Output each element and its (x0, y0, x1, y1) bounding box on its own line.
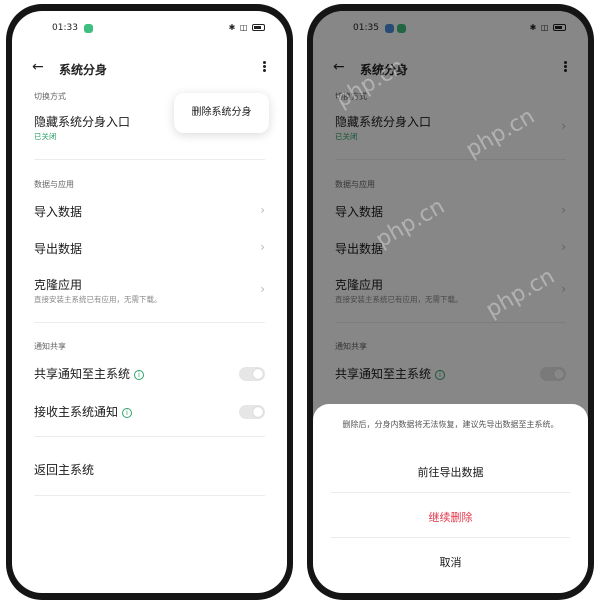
notification-icon (84, 24, 93, 33)
row-title: 导出数据 (34, 242, 83, 256)
divider (34, 495, 265, 496)
section-label-switch-mode: 切换方式 (34, 92, 66, 101)
row-status: 已关闭 (34, 132, 57, 141)
row-import-data[interactable]: 导入数据 › (12, 203, 287, 225)
row-title: 共享通知至主系统 i (34, 365, 145, 382)
toggle-knob (253, 369, 263, 379)
row-share-notify: 共享通知至主系统 i (12, 365, 287, 385)
toggle-knob (253, 407, 263, 417)
chevron-right-icon: › (260, 240, 265, 254)
status-time: 01:33 (52, 23, 78, 33)
row-receive-notify: 接收主系统通知 i (12, 403, 287, 423)
row-title: 导入数据 (34, 205, 83, 219)
row-title-text: 共享通知至主系统 (34, 367, 131, 381)
sheet-message: 删除后，分身内数据将无法恢复，建议先导出数据至主系统。 (342, 420, 559, 429)
divider (331, 537, 570, 538)
section-label-notify-share: 通知共享 (34, 342, 66, 351)
delete-clone-menu-item[interactable]: 删除系统分身 (174, 93, 269, 133)
receive-notify-toggle[interactable] (239, 405, 265, 419)
status-icons: ✱ ◫ (229, 23, 265, 32)
cancel-button[interactable]: 取消 (313, 554, 588, 570)
screen-right: 01:35 ✱ ◫ ← 系统分身 切换方式 隐藏系统分身入口 已关闭 › 数据与… (313, 11, 588, 593)
row-return-main[interactable]: 返回主系统 (12, 461, 287, 483)
divider (34, 322, 265, 323)
divider (34, 159, 265, 160)
battery-icon (252, 24, 265, 31)
phone-left: 01:33 ✱ ◫ ← 系统分身 切换方式 隐藏系统分身入口 已关闭 数据与应用… (6, 4, 293, 600)
continue-delete-button[interactable]: 继续删除 (313, 509, 588, 525)
row-title: 接收主系统通知 i (34, 403, 133, 420)
status-bar: 01:33 ✱ ◫ (12, 23, 287, 37)
app-bar: ← 系统分身 (12, 57, 287, 81)
row-title: 克隆应用 (34, 278, 83, 292)
more-options-icon[interactable] (263, 61, 267, 73)
row-export-data[interactable]: 导出数据 › (12, 240, 287, 262)
row-title: 返回主系统 (34, 463, 95, 477)
row-subtitle: 直接安装主系统已有应用，无需下载。 (34, 295, 162, 304)
delete-confirm-sheet: 删除后，分身内数据将无法恢复，建议先导出数据至主系统。 前往导出数据 继续删除 … (313, 404, 588, 593)
chevron-right-icon: › (260, 282, 265, 296)
share-notify-toggle[interactable] (239, 367, 265, 381)
chevron-right-icon: › (260, 203, 265, 217)
phone-right: 01:35 ✱ ◫ ← 系统分身 切换方式 隐藏系统分身入口 已关闭 › 数据与… (307, 4, 594, 600)
back-arrow-icon[interactable]: ← (32, 59, 44, 75)
screen-left: 01:33 ✱ ◫ ← 系统分身 切换方式 隐藏系统分身入口 已关闭 数据与应用… (12, 11, 287, 593)
divider (331, 492, 570, 493)
page-title: 系统分身 (59, 63, 108, 77)
row-title: 隐藏系统分身入口 (34, 115, 131, 129)
row-title-text: 接收主系统通知 (34, 405, 119, 419)
info-icon[interactable]: i (122, 407, 133, 418)
divider (34, 436, 265, 437)
section-label-data-apps: 数据与应用 (34, 180, 74, 189)
info-icon[interactable]: i (134, 369, 145, 380)
row-clone-app[interactable]: 克隆应用 直接安装主系统已有应用，无需下载。 › (12, 276, 287, 310)
go-export-button[interactable]: 前往导出数据 (313, 464, 588, 480)
